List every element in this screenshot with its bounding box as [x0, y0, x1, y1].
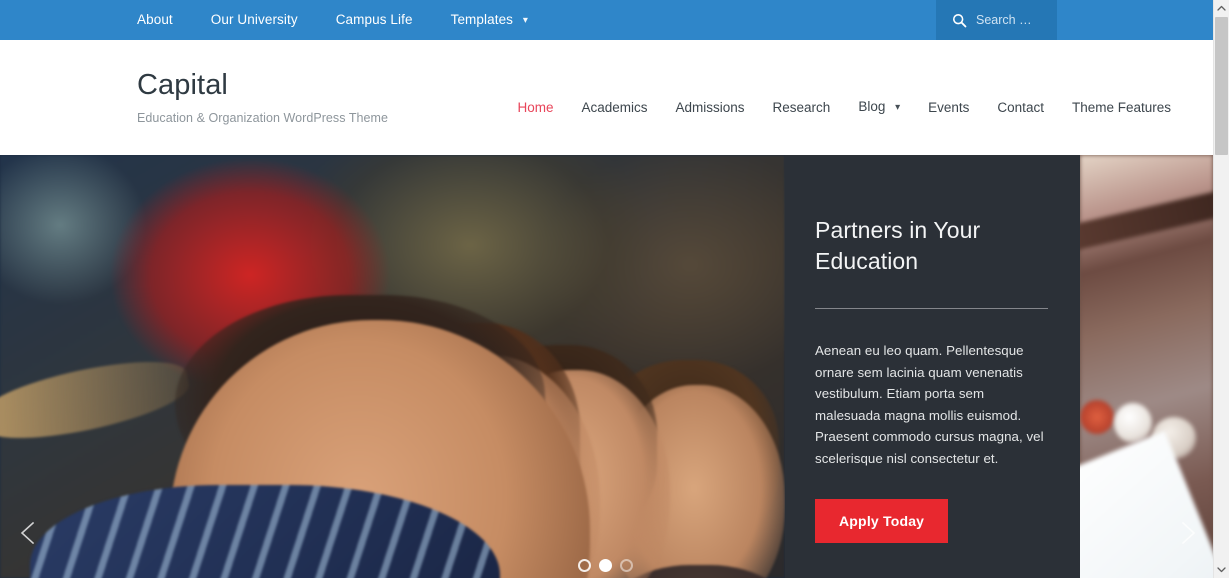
topnav-item-our-university[interactable]: Our University — [192, 0, 317, 40]
topnav-item-label: Templates — [450, 12, 514, 27]
top-navigation: About Our University Campus Life Templat… — [137, 0, 547, 40]
mainnav-item-contact[interactable]: Contact — [983, 97, 1058, 119]
chevron-down-icon — [1217, 566, 1226, 573]
topnav-item-label: Campus Life — [335, 12, 413, 27]
chevron-down-icon: ▾ — [895, 102, 901, 113]
slider-next-arrow[interactable] — [1172, 518, 1202, 548]
mainnav-item-label: Academics — [581, 100, 648, 115]
topnav-item-label: About — [137, 12, 173, 27]
search-icon — [952, 13, 967, 28]
mainnav-item-home[interactable]: Home — [503, 97, 567, 119]
topnav-item-campus-life[interactable]: Campus Life — [317, 0, 432, 40]
browser-viewport: About Our University Campus Life Templat… — [0, 0, 1229, 578]
top-utility-bar: About Our University Campus Life Templat… — [0, 0, 1213, 40]
mainnav-item-label: Admissions — [675, 100, 745, 115]
slider-pagination — [578, 559, 633, 572]
apply-today-button[interactable]: Apply Today — [815, 499, 949, 543]
mainnav-item-academics[interactable]: Academics — [567, 97, 661, 119]
mainnav-item-blog[interactable]: Blog ▾ — [844, 96, 914, 120]
site-branding[interactable]: Capital Education & Organization WordPre… — [137, 69, 497, 125]
mainnav-item-label: Theme Features — [1071, 100, 1171, 115]
mainnav-item-label: Contact — [997, 100, 1044, 115]
topnav-item-about[interactable]: About — [137, 0, 192, 40]
hero-slider: Partners in Your Education Aenean eu leo… — [0, 155, 1213, 578]
mainnav-item-label: Blog — [858, 99, 886, 114]
scrollbar-down-button[interactable] — [1214, 561, 1229, 578]
slider-dot-2[interactable] — [599, 559, 612, 572]
hero-next-slide-preview — [1080, 155, 1213, 578]
mainnav-item-research[interactable]: Research — [759, 97, 845, 119]
mainnav-item-label: Events — [928, 100, 970, 115]
mainnav-item-label: Home — [517, 100, 554, 115]
site-tagline: Education & Organization WordPress Theme — [137, 110, 388, 125]
mainnav-item-label: Research — [772, 100, 831, 115]
topnav-item-label: Our University — [210, 12, 298, 27]
hero-description: Aenean eu leo quam. Pellentesque ornare … — [815, 343, 1044, 466]
chevron-up-icon — [1217, 5, 1226, 12]
scrollbar-up-button[interactable] — [1214, 0, 1229, 17]
vertical-scrollbar[interactable] — [1213, 0, 1229, 578]
mainnav-item-events[interactable]: Events — [914, 97, 983, 119]
slider-prev-arrow[interactable] — [14, 518, 44, 548]
search-input[interactable] — [976, 13, 1056, 27]
hero-caption-panel: Partners in Your Education Aenean eu leo… — [785, 155, 1080, 578]
mainnav-item-admissions[interactable]: Admissions — [662, 97, 759, 119]
site-title: Capital — [137, 69, 228, 102]
hero-slide-image — [0, 155, 785, 578]
slider-dot-1[interactable] — [578, 559, 591, 572]
chevron-right-icon — [1172, 518, 1202, 548]
site-header: Capital Education & Organization WordPre… — [0, 40, 1213, 155]
page-content: About Our University Campus Life Templat… — [0, 0, 1213, 578]
chevron-left-icon — [14, 518, 44, 548]
slider-dot-3[interactable] — [620, 559, 633, 572]
mainnav-item-theme-features[interactable]: Theme Features — [1058, 97, 1185, 119]
scrollbar-thumb[interactable] — [1215, 17, 1228, 155]
main-navigation: Home Academics Admissions Research Blog … — [503, 96, 1185, 120]
hero-divider — [815, 308, 1048, 309]
chevron-down-icon: ▾ — [522, 15, 529, 26]
search-box[interactable] — [936, 0, 1057, 40]
topnav-item-templates[interactable]: Templates ▾ — [432, 0, 547, 40]
hero-title: Partners in Your Education — [815, 217, 981, 274]
